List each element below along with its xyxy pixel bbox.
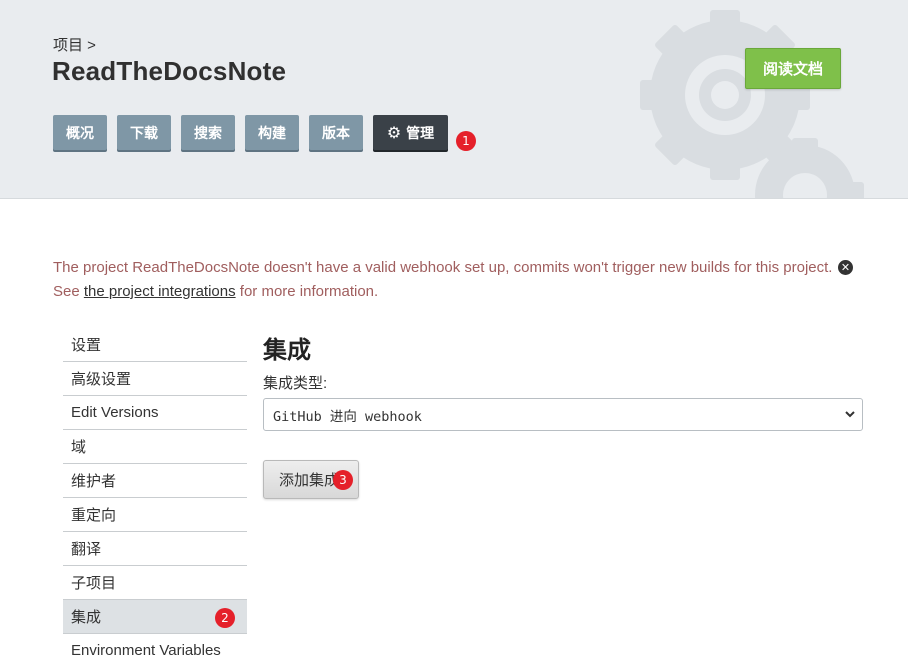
- sidebar-item-integrations[interactable]: 集成 2: [63, 600, 247, 634]
- admin-sidebar: 设置 高级设置 Edit Versions 域 维护者 重定向 翻译 子项目 集…: [63, 328, 247, 664]
- alert-text-end: for more information.: [235, 283, 379, 300]
- sidebar-item-subprojects[interactable]: 子项目: [63, 566, 247, 600]
- webhook-alert: The project ReadTheDocsNote doesn't have…: [53, 256, 833, 304]
- sidebar-item-integrations-label: 集成: [71, 609, 102, 626]
- nav-tab-versions[interactable]: 版本: [309, 115, 363, 150]
- close-icon[interactable]: ✕: [838, 260, 853, 275]
- nav-tab-downloads[interactable]: 下载: [117, 115, 171, 150]
- annotation-badge-2: 2: [215, 608, 235, 628]
- integration-type-select[interactable]: GitHub 进向 webhook: [263, 398, 863, 431]
- chevron-down-icon: [845, 411, 855, 418]
- sidebar-item-advanced-settings[interactable]: 高级设置: [63, 362, 247, 396]
- sidebar-item-redirects[interactable]: 重定向: [63, 498, 247, 532]
- read-docs-button[interactable]: 阅读文档: [745, 48, 841, 89]
- gears-decoration-icon: [640, 10, 864, 198]
- nav-tab-admin[interactable]: ⚙ 管理: [373, 115, 448, 150]
- sidebar-item-edit-versions[interactable]: Edit Versions: [63, 396, 247, 430]
- integration-type-label: 集成类型:: [263, 375, 328, 392]
- project-integrations-link[interactable]: the project integrations: [84, 283, 236, 300]
- sidebar-item-settings[interactable]: 设置: [63, 328, 247, 362]
- sidebar-item-domains[interactable]: 域: [63, 430, 247, 464]
- project-header: 项目 > ReadTheDocsNote 阅读文档 概况 下载 搜索 构建 版本…: [0, 0, 908, 199]
- sidebar-item-translations[interactable]: 翻译: [63, 532, 247, 566]
- integration-type-value: GitHub 进向 webhook: [273, 408, 422, 425]
- annotation-badge-3: 3: [333, 470, 353, 490]
- section-title: 集成: [263, 337, 311, 364]
- page-title: ReadTheDocsNote: [52, 56, 287, 86]
- breadcrumb[interactable]: 项目 >: [53, 34, 96, 55]
- annotation-badge-1: 1: [456, 131, 476, 151]
- nav-tab-builds[interactable]: 构建: [245, 115, 299, 150]
- nav-tab-admin-label: 管理: [406, 124, 435, 141]
- sidebar-item-maintainers[interactable]: 维护者: [63, 464, 247, 498]
- sidebar-item-environment-variables[interactable]: Environment Variables: [63, 634, 247, 664]
- nav-tab-search[interactable]: 搜索: [181, 115, 235, 150]
- nav-tab-overview[interactable]: 概况: [53, 115, 107, 150]
- gear-icon: ⚙: [386, 124, 402, 142]
